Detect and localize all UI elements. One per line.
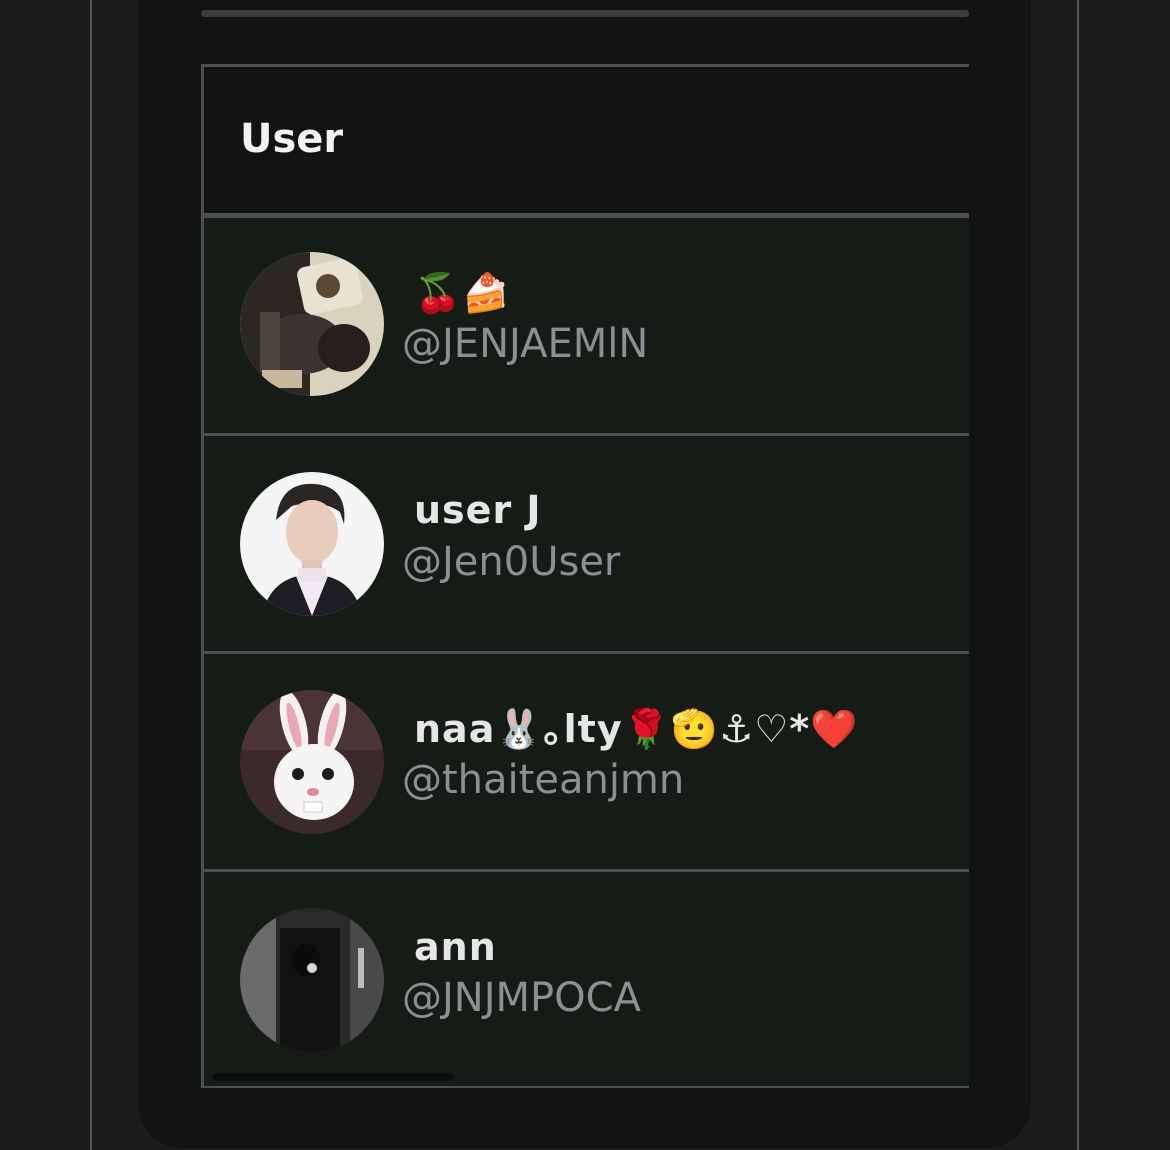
frame-divider-left xyxy=(90,0,92,1150)
display-name: 🍒🍰 xyxy=(414,271,511,315)
table-row[interactable]: ann @JNJMPOCA xyxy=(204,869,969,1086)
user-handle[interactable]: @JENJAEMlN xyxy=(402,320,648,368)
user-photo-avatar[interactable] xyxy=(240,252,384,396)
table-row[interactable]: 🍒🍰 @JENJAEMlN xyxy=(204,218,969,436)
user-photo-avatar[interactable] xyxy=(240,472,384,616)
table-header: User xyxy=(204,67,969,218)
display-name: user J xyxy=(414,488,542,532)
user-table: User 🍒🍰 @JENJAEMlN user J @Jen0User naa🐰… xyxy=(201,64,969,1088)
user-handle[interactable]: @Jen0User xyxy=(402,538,620,586)
table-row[interactable]: naa🐰｡lty🌹🫡⚓︎♡*❤️ @thaiteanjmn xyxy=(204,651,969,869)
horizontal-scrollbar[interactable] xyxy=(212,1073,454,1081)
user-handle[interactable]: @thaiteanjmn xyxy=(402,756,684,804)
monochrome-photo-avatar[interactable] xyxy=(240,908,384,1052)
display-name: naa🐰｡lty🌹🫡⚓︎♡*❤️ xyxy=(414,707,859,751)
display-name: ann xyxy=(414,925,497,969)
frame-divider-right xyxy=(1077,0,1079,1150)
user-handle[interactable]: @JNJMPOCA xyxy=(402,974,641,1022)
bunny-avatar[interactable] xyxy=(240,690,384,834)
top-scrollbar[interactable] xyxy=(201,10,969,17)
column-header-user: User xyxy=(240,116,344,162)
table-row[interactable]: user J @Jen0User xyxy=(204,433,969,651)
